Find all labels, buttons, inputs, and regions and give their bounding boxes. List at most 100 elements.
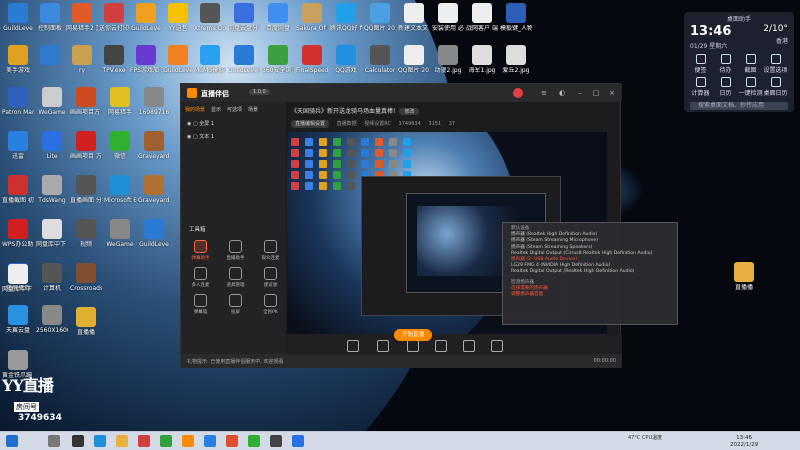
- close-icon[interactable]: ×: [607, 88, 617, 98]
- tab-my-scenes[interactable]: 我的场景: [185, 106, 205, 113]
- widget-tool[interactable]: 待办: [713, 54, 738, 74]
- tool-item[interactable]: 全民PK: [253, 294, 288, 315]
- desktop-icon[interactable]: 直播画面 分享.jpg: [70, 175, 102, 204]
- taskbar-app-icon[interactable]: [182, 435, 194, 447]
- desktop-icon[interactable]: Graveyard Keeper.exe: [138, 175, 170, 204]
- desktop-icon[interactable]: 计算机: [36, 263, 68, 292]
- desktop-icon[interactable]: GuildLeve: [130, 3, 162, 32]
- desktop-icon[interactable]: 直播截图 初步搭建: [2, 175, 34, 204]
- desktop-icon[interactable]: WeGame: [104, 219, 136, 248]
- desktop-folder[interactable]: 直播播: [728, 262, 760, 291]
- desktop-icon[interactable]: 送你云打印: [98, 3, 130, 32]
- desktop-icon[interactable]: 直播播: [70, 307, 102, 336]
- desktop-icon[interactable]: 新建文本文 档.txt: [398, 3, 430, 32]
- start-icon[interactable]: [6, 435, 18, 447]
- desktop-icon[interactable]: 360安全浏 览器: [262, 45, 294, 74]
- widget-tool[interactable]: 截图: [738, 54, 763, 74]
- taskbar-app-icon[interactable]: [160, 435, 172, 447]
- tool-item[interactable]: 弹幕墙: [183, 294, 218, 315]
- desktop-icon[interactable]: 画画项目方 程序.pptx: [70, 87, 102, 116]
- desktop-icon[interactable]: QQ图片 2017110...: [364, 3, 396, 32]
- desktop-icon[interactable]: 天翼云盘: [2, 305, 34, 334]
- desktop-icon[interactable]: Xtreme Downloa...: [194, 3, 226, 32]
- desktop-icon[interactable]: [34, 45, 66, 67]
- desktop-icon[interactable]: 百度网盘: [262, 3, 294, 32]
- tool-item[interactable]: 投屏: [218, 294, 253, 315]
- desktop-icon[interactable]: Sakura Of Rice And...: [296, 3, 328, 32]
- maximize-icon[interactable]: □: [591, 88, 601, 98]
- desktop-icon[interactable]: 画画项目 方程序.pdf: [70, 131, 102, 160]
- desktop-icon[interactable]: GuildLeve (2): [228, 45, 260, 74]
- avatar[interactable]: [513, 88, 523, 98]
- widget-tool[interactable]: 桌面日历: [763, 77, 788, 97]
- folder-icon[interactable]: [116, 435, 128, 447]
- desktop-icon[interactable]: WPS办公助 手: [2, 219, 34, 248]
- taskbar-app-icon[interactable]: [72, 435, 84, 447]
- source-item[interactable]: ◉ ▢ 全屏 1: [181, 117, 286, 130]
- menu-icon[interactable]: ≡: [539, 88, 549, 98]
- desktop-icon[interactable]: FPS游戏加 速度: [130, 45, 162, 74]
- tool-item[interactable]: 道具管理: [218, 267, 253, 288]
- desktop-icon[interactable]: MuMu模拟 器: [194, 45, 226, 74]
- desktop-icon[interactable]: ry: [66, 45, 98, 74]
- source-item[interactable]: ◉ ▢ 文本 1: [181, 130, 286, 143]
- desktop-icon[interactable]: QQ图片 2017122...: [398, 45, 430, 74]
- desktop-icon[interactable]: 迅雷: [2, 131, 34, 160]
- desktop-icon[interactable]: 16989716: [138, 87, 170, 116]
- desktop-icon[interactable]: 网盘库中下 载.exe: [2, 264, 34, 293]
- meta-item[interactable]: 直播数据: [337, 121, 357, 127]
- desktop-icon[interactable]: 视频: [70, 219, 102, 248]
- desktop-icon[interactable]: 动漫2.jpg: [432, 45, 464, 74]
- desktop-icon[interactable]: Crossroads Inn Anniv...: [70, 263, 102, 292]
- desktop-icon[interactable]: Lite: [36, 131, 68, 160]
- widget-tool[interactable]: 计算器: [688, 77, 713, 97]
- meta-item[interactable]: 直播编辑设置: [291, 120, 330, 128]
- desktop-icon[interactable]: Calculator: [364, 45, 396, 74]
- taskbar-app-icon[interactable]: [48, 435, 60, 447]
- desktop-icon[interactable]: 海军1.jpg: [466, 45, 498, 74]
- tab-options[interactable]: 可选项: [227, 106, 242, 113]
- desktop-icon[interactable]: 安装使用 必看.txt: [432, 3, 464, 32]
- desktop-icon[interactable]: 黄金铁爪蹦 效.jpg: [2, 350, 34, 379]
- desktop-icon[interactable]: 爱丘2.jpg: [500, 45, 532, 74]
- tool-item[interactable]: 直播助手: [218, 240, 253, 261]
- widget-tool[interactable]: 便签: [688, 54, 713, 74]
- desktop-icon[interactable]: 腾讯QQ好 帮组: [330, 3, 362, 32]
- desktop-icon[interactable]: 网易猎手2 重制工具: [66, 3, 98, 32]
- desktop-icon[interactable]: 网盘云盘分 百平板分...: [228, 3, 260, 32]
- tool-item[interactable]: 建议收: [253, 267, 288, 288]
- widget-tool[interactable]: 日历: [713, 77, 738, 97]
- device-option[interactable]: 调整扬声器音量: [511, 292, 669, 298]
- desktop-icon[interactable]: YY语音: [162, 3, 194, 32]
- device-option[interactable]: Realtek Digital Output (Realtek High Def…: [511, 269, 669, 275]
- desktop-icon[interactable]: 美手游戏: [2, 45, 34, 74]
- taskbar-app-icon[interactable]: [138, 435, 150, 447]
- desktop-icon[interactable]: WeGame: [36, 87, 68, 116]
- tab-scene[interactable]: 场景: [248, 106, 258, 113]
- edit-title-button[interactable]: 修改: [399, 108, 420, 115]
- taskbar-app-icon[interactable]: [226, 435, 238, 447]
- desktop-icon[interactable]: TdsWang: [36, 175, 68, 204]
- desktop-icon[interactable]: FinalSpeed: [296, 45, 328, 74]
- tab-display[interactable]: 显示: [211, 106, 221, 113]
- edge-icon[interactable]: [94, 435, 106, 447]
- desktop-icon[interactable]: 2560X1600 tricoh.jpg: [36, 305, 68, 334]
- desktop-icon[interactable]: GuildLeve: [2, 3, 34, 32]
- desktop-icon[interactable]: 网盘库中下 载.exe (2): [36, 219, 68, 248]
- taskbar-app-icon[interactable]: [292, 435, 304, 447]
- tool-item[interactable]: 弹幕助手: [183, 240, 218, 261]
- desktop-icon[interactable]: 网易猎手: [104, 87, 136, 116]
- widget-tool[interactable]: 设置选项: [763, 54, 788, 74]
- widget-tool[interactable]: 一键检测: [738, 77, 763, 97]
- desktop-icon[interactable]: GuildLeve: [138, 219, 170, 248]
- tool-item[interactable]: 观众连麦: [253, 240, 288, 261]
- desktop-icon[interactable]: Patron Mare No: [2, 87, 34, 116]
- widget-search-input[interactable]: 搜索桌面文档、秒传应用: [690, 102, 788, 110]
- taskbar-clock[interactable]: 13:46 2022/1/29: [730, 435, 758, 448]
- minimize-icon[interactable]: –: [575, 88, 585, 98]
- desktop-icon[interactable]: Microsoft Edge: [104, 175, 136, 204]
- desktop-icon[interactable]: TPV.exe: [98, 45, 130, 74]
- desktop-icon[interactable]: 控制面板: [34, 3, 66, 32]
- taskbar-app-icon[interactable]: [270, 435, 282, 447]
- desktop-icon[interactable]: QQ游戏: [330, 45, 362, 74]
